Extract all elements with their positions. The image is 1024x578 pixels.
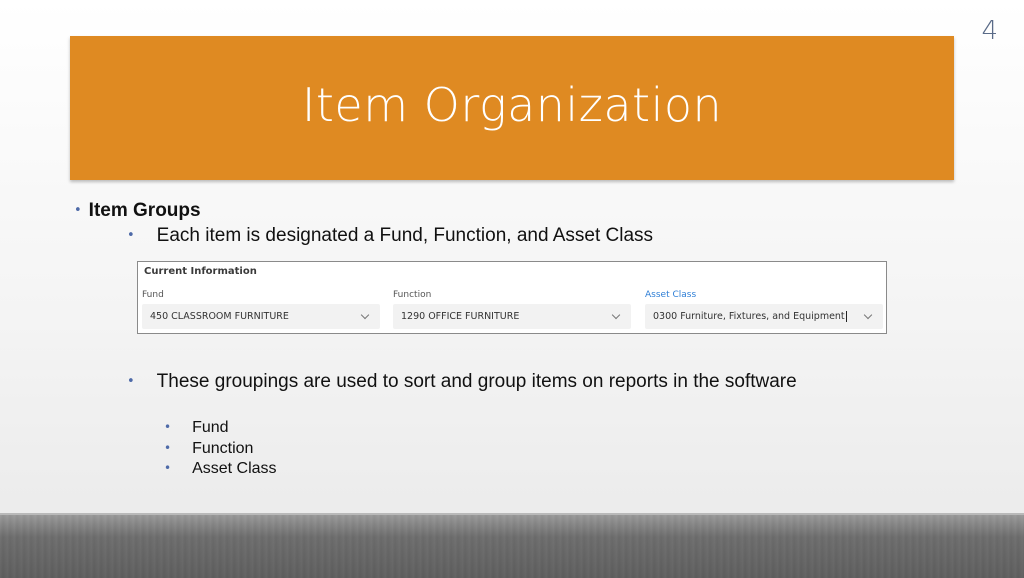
function-label: Function <box>393 290 432 300</box>
asset-class-select-value: 0300 Furniture, Fixtures, and Equipment <box>653 311 845 322</box>
bullet-designation: • Each item is designated a Fund, Functi… <box>127 225 653 247</box>
chevron-down-icon <box>360 310 370 319</box>
fund-label: Fund <box>142 290 164 300</box>
bullet-dot-icon: • <box>74 203 82 218</box>
list-item: • Fund <box>164 418 277 439</box>
list-item: • Function <box>164 439 277 460</box>
fund-select[interactable]: 450 CLASSROOM FURNITURE <box>142 304 380 329</box>
bullet-dot-icon: • <box>164 440 172 455</box>
bullet-text: Item Groups <box>88 200 201 221</box>
chevron-down-icon <box>863 310 873 319</box>
floor-decoration <box>0 513 1024 578</box>
text-caret <box>845 311 847 322</box>
grouping-sub-list: • Fund • Function • Asset Class <box>164 418 277 480</box>
bullet-dot-icon: • <box>127 228 135 243</box>
bullet-groupings: • These groupings are used to sort and g… <box>127 371 797 393</box>
list-item-text: Fund <box>192 419 229 436</box>
bullet-dot-icon: • <box>164 420 172 434</box>
slide-number: 4 <box>981 16 998 46</box>
list-item-text: Function <box>192 439 254 457</box>
asset-class-label: Asset Class <box>645 290 697 300</box>
title-band: Item Organization <box>70 36 954 180</box>
list-item-text: Asset Class <box>192 460 277 477</box>
bullet-dot-icon: • <box>164 461 172 475</box>
form-heading: Current Information <box>144 266 257 277</box>
bullet-text: These groupings are used to sort and gro… <box>156 371 797 392</box>
bullet-item-groups: • Item Groups <box>74 200 201 222</box>
list-item: • Asset Class <box>164 459 277 480</box>
bullet-text: Each item is designated a Fund, Function… <box>156 225 654 246</box>
chevron-down-icon <box>611 310 621 319</box>
fund-select-value: 450 CLASSROOM FURNITURE <box>150 311 289 322</box>
bullet-dot-icon: • <box>127 374 135 389</box>
current-information-form: Current Information Fund Function Asset … <box>137 261 887 334</box>
asset-class-select[interactable]: 0300 Furniture, Fixtures, and Equipment <box>645 304 883 329</box>
function-select-value: 1290 OFFICE FURNITURE <box>401 311 520 322</box>
function-select[interactable]: 1290 OFFICE FURNITURE <box>393 304 631 329</box>
slide-title: Item Organization <box>301 78 723 132</box>
